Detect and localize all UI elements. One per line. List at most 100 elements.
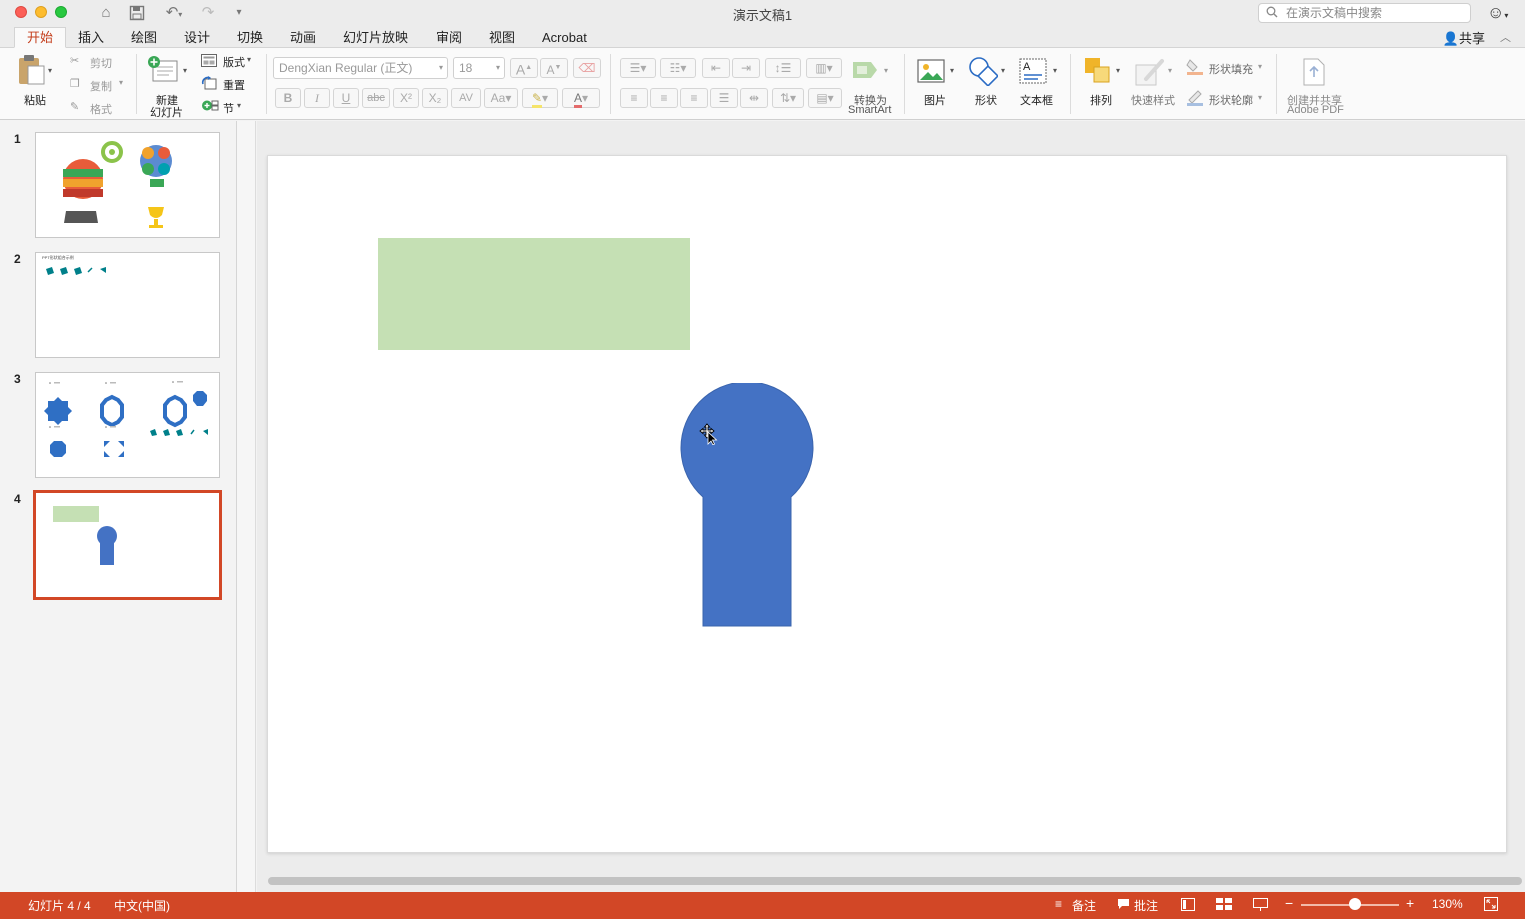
grow-font-button[interactable]: A▲ <box>510 58 538 78</box>
zoom-in-icon[interactable]: + <box>1406 895 1414 911</box>
zoom-out-icon[interactable]: − <box>1285 895 1293 911</box>
collapse-ribbon-icon[interactable]: ︿ <box>1500 29 1511 45</box>
line-spacing-button[interactable]: ↕☰ <box>765 58 801 78</box>
tab-design[interactable]: 设计 <box>184 28 210 49</box>
convert-smartart-button-line2[interactable]: SmartArt <box>848 104 891 116</box>
subscript-button[interactable]: X₂ <box>422 88 448 108</box>
adobe-pdf-icon[interactable] <box>1301 57 1327 90</box>
underline-button[interactable]: U <box>333 88 359 108</box>
tab-review[interactable]: 审阅 <box>436 28 462 49</box>
normal-view-icon[interactable] <box>1181 897 1195 914</box>
character-spacing-button[interactable]: AV <box>451 88 481 108</box>
tab-home[interactable]: 开始 <box>14 27 67 48</box>
arrange-button[interactable]: 排列 <box>1090 92 1112 108</box>
quick-styles-icon[interactable] <box>1134 57 1168 90</box>
zoom-level[interactable]: 130% <box>1432 897 1463 911</box>
horizontal-scrollbar[interactable] <box>268 877 1522 885</box>
section-icon[interactable] <box>201 99 219 115</box>
arrange-icon[interactable] <box>1084 57 1112 88</box>
clear-formatting-button[interactable]: ⌫ <box>573 58 601 78</box>
align-right-button[interactable]: ≡ <box>680 88 708 108</box>
smiley-feedback-icon[interactable]: ☺▾ <box>1487 3 1508 23</box>
slide-thumbnail-1[interactable] <box>35 132 220 238</box>
quick-styles-button[interactable]: 快速样式 <box>1131 92 1175 108</box>
bold-button[interactable]: B <box>275 88 301 108</box>
reading-view-icon[interactable] <box>1253 897 1268 914</box>
layout-button[interactable]: 版式 <box>223 54 245 70</box>
picture-button[interactable]: 图片 <box>924 92 946 108</box>
tab-insert[interactable]: 插入 <box>78 28 104 49</box>
copy-button[interactable]: 复制 <box>90 78 112 94</box>
slide-thumbnail-2[interactable]: PPT形状组合示例 <box>35 252 220 358</box>
slide-thumbnail-3[interactable] <box>35 372 220 478</box>
copy-dropdown-icon[interactable]: ▾ <box>119 78 123 87</box>
increase-indent-button[interactable]: ⇥ <box>732 58 760 78</box>
keyhole-shape[interactable] <box>680 383 815 628</box>
pen-icon[interactable] <box>1186 88 1204 109</box>
align-center-button[interactable]: ≡ <box>650 88 678 108</box>
picture-icon[interactable] <box>917 58 945 87</box>
textbox-button[interactable]: 文本框 <box>1020 92 1053 108</box>
tab-transitions[interactable]: 切换 <box>237 28 263 49</box>
columns-button[interactable]: ▥▾ <box>806 58 842 78</box>
text-direction-button[interactable]: ⇅▾ <box>772 88 804 108</box>
format-painter-button[interactable]: 格式 <box>90 101 112 117</box>
new-slide-icon[interactable] <box>147 55 179 86</box>
slide-thumbnail-4[interactable] <box>33 490 222 600</box>
strikethrough-button[interactable]: abc <box>362 88 390 108</box>
numbering-button[interactable]: ☷▾ <box>660 58 696 78</box>
shape-outline-button[interactable]: 形状轮廓 <box>1209 92 1253 108</box>
smartart-icon[interactable] <box>851 58 883 85</box>
green-rectangle-shape[interactable] <box>378 238 690 350</box>
pane-divider[interactable] <box>237 121 256 892</box>
copy-icon[interactable]: ❐ <box>70 77 80 90</box>
tab-animations[interactable]: 动画 <box>290 28 316 49</box>
layout-icon[interactable] <box>201 54 217 70</box>
cut-icon[interactable]: ✂ <box>70 54 79 67</box>
textbox-icon[interactable]: A <box>1018 57 1048 88</box>
font-color-button[interactable]: A▾ <box>562 88 600 108</box>
tab-draw[interactable]: 绘图 <box>131 28 157 49</box>
tab-acrobat[interactable]: Acrobat <box>542 28 587 49</box>
align-left-button[interactable]: ≡ <box>620 88 648 108</box>
reset-icon[interactable] <box>201 76 217 93</box>
highlight-color-button[interactable]: ✎▾ <box>522 88 558 108</box>
shape-button[interactable]: 形状 <box>975 92 997 108</box>
change-case-button[interactable]: Aa▾ <box>484 88 518 108</box>
shape-fill-button[interactable]: 形状填充 <box>1209 61 1253 77</box>
shape-icon[interactable] <box>968 56 1000 89</box>
share-button[interactable]: 👤共享 <box>1443 28 1485 47</box>
distribute-button[interactable]: ⇹ <box>740 88 768 108</box>
italic-button[interactable]: I <box>304 88 330 108</box>
search-input[interactable]: 在演示文稿中搜索 <box>1258 3 1471 23</box>
create-share-pdf-button-line2[interactable]: Adobe PDF <box>1287 104 1344 116</box>
new-slide-button-line2[interactable]: 幻灯片 <box>150 104 183 120</box>
fit-to-window-icon[interactable] <box>1484 897 1498 914</box>
new-slide-dropdown-icon[interactable]: ▾ <box>183 66 187 75</box>
paint-bucket-icon[interactable] <box>1186 57 1204 78</box>
language-indicator[interactable]: 中文(中国) <box>114 897 170 914</box>
font-size-select[interactable]: 18 ▾ <box>453 57 505 79</box>
section-button[interactable]: 节 <box>223 100 234 116</box>
font-name-select[interactable]: DengXian Regular (正文) ▾ <box>273 57 448 79</box>
reset-button[interactable]: 重置 <box>223 77 245 93</box>
paste-button[interactable]: 粘贴 <box>24 92 46 108</box>
align-text-button[interactable]: ▤▾ <box>808 88 842 108</box>
comments-button[interactable]: 批注 <box>1134 897 1158 914</box>
format-painter-icon[interactable]: ✎ <box>70 100 79 113</box>
decrease-indent-button[interactable]: ⇤ <box>702 58 730 78</box>
slide-sorter-icon[interactable] <box>1216 897 1232 914</box>
zoom-slider-thumb[interactable] <box>1348 898 1361 910</box>
shrink-font-button[interactable]: A▼ <box>540 58 568 78</box>
tab-slideshow[interactable]: 幻灯片放映 <box>343 28 408 49</box>
notes-button[interactable]: 备注 <box>1072 897 1096 914</box>
tab-view[interactable]: 视图 <box>489 28 515 49</box>
paste-dropdown-icon[interactable]: ▾ <box>48 66 52 75</box>
bullets-button[interactable]: ☰▾ <box>620 58 656 78</box>
cut-button[interactable]: 剪切 <box>90 55 112 71</box>
superscript-button[interactable]: X² <box>393 88 419 108</box>
current-slide-canvas[interactable] <box>267 155 1507 853</box>
justify-button[interactable]: ☰ <box>710 88 738 108</box>
paste-icon[interactable] <box>16 54 46 89</box>
quick-styles-dropdown-icon: ▾ <box>1168 66 1173 75</box>
